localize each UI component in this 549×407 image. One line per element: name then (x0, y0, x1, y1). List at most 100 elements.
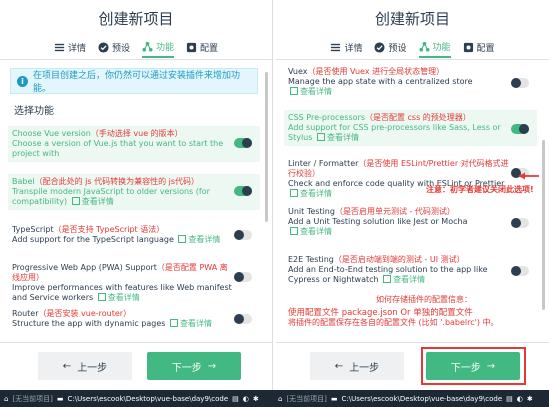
bug-icon[interactable]: ✱ (527, 395, 533, 403)
tab-config[interactable]: 配置 (186, 36, 218, 58)
tab-label: 功能 (156, 42, 175, 53)
feature-css-preprocessors[interactable]: CSS Pre-processors（是否配置 css 的预处理器） Add s… (284, 110, 537, 146)
more-details-link[interactable]: 查看详情 (300, 227, 332, 236)
tab-features[interactable]: 功能 (418, 36, 451, 58)
feature-toggle[interactable] (511, 78, 529, 88)
tab-label: 功能 (432, 42, 451, 53)
more-details-link[interactable]: 查看详情 (300, 189, 332, 198)
feature-desc: Manage the app state with a centralized … (288, 77, 473, 86)
feature-router[interactable]: Router（是否安装 vue-router） Structure the ap… (8, 306, 260, 332)
step-tabs: 详情 预设 功能 配置 (0, 36, 272, 58)
list-icon (331, 43, 341, 51)
feature-name: Vuex (288, 67, 308, 76)
home-icon[interactable]: ⌂ (278, 395, 282, 403)
info-icon: i (17, 75, 28, 87)
external-link-icon (290, 189, 298, 197)
tab-label: 详情 (344, 43, 363, 54)
feature-toggle[interactable] (511, 124, 529, 134)
feature-toggle[interactable] (234, 186, 252, 196)
external-link-icon (178, 235, 187, 243)
left-panel: 创建新项目 详情 预设 功能 配置 i 在项目创建之后，你仍然可以通过安装插件来… (0, 0, 273, 390)
feature-vuex[interactable]: Vuex（是否使用 Vuex 进行全局状态管理） Manage the app … (284, 64, 537, 100)
status-bar-left: ⌂ [无当前项目] ▬ C:\Users\escook\Desktop\vue-… (4, 390, 272, 407)
more-details-link[interactable]: 查看详情 (300, 87, 332, 96)
next-button-highlight (421, 347, 526, 385)
info-banner: i 在项目创建之后，你仍然可以通过安装插件来增加功能。 (10, 68, 258, 94)
feature-name: CSS Pre-processors (288, 113, 365, 122)
feature-vue-version[interactable]: Choose Vue version（手动选择 vue 的版本） Choose … (8, 126, 260, 162)
feature-typescript[interactable]: TypeScript（是否支持 TypeScript 语法） Add suppo… (8, 222, 260, 248)
home-icon[interactable]: ⌂ (4, 395, 8, 403)
current-path[interactable]: C:\Users\escook\Desktop\vue-base\day9\co… (68, 395, 229, 403)
more-details-link[interactable]: 查看详情 (381, 275, 425, 284)
feature-name: TypeScript (12, 225, 54, 234)
feature-annotation: （是否配置 css 的预处理器） (364, 113, 471, 122)
feature-desc: Add support for the TypeScript language (12, 235, 174, 244)
terminal-icon[interactable]: ▤ (506, 395, 513, 403)
more-details-link[interactable]: 查看详情 (168, 319, 212, 328)
external-link-icon (316, 133, 325, 141)
tab-label: 预设 (111, 43, 130, 54)
feature-pwa[interactable]: Progressive Web App (PWA) Support（是否配置 P… (8, 260, 260, 306)
scrollbar[interactable] (265, 72, 268, 222)
list-icon (54, 43, 65, 51)
more-details-link[interactable]: 查看详情 (70, 197, 114, 206)
tab-presets[interactable]: 预设 (98, 36, 130, 58)
plugin-config-line1: 使用配置文件 package.json Or 单独的配置文件 (288, 308, 473, 318)
settings-icon (463, 42, 473, 52)
feature-toggle[interactable] (511, 218, 529, 228)
tab-label: 配置 (200, 43, 219, 54)
theme-icon[interactable]: ◐ (243, 395, 249, 403)
feature-annotation: （是否启动端到端的测试 - UI 测试） (333, 255, 465, 264)
check-circle-icon (98, 41, 109, 53)
prev-button[interactable]: ← 上一步 (310, 352, 404, 380)
feature-name: Unit Testing (288, 207, 335, 216)
feature-toggle[interactable] (511, 266, 529, 276)
plugin-config-line2: 将插件的配置保存在各自的配置文件 (比如 '.babelrc') 中。 (288, 318, 499, 327)
feature-name: E2E Testing (288, 255, 334, 264)
status-bar: ⌂ [无当前项目] ▬ C:\Users\escook\Desktop\vue-… (0, 390, 549, 407)
feature-e2e-testing[interactable]: E2E Testing（是否启动端到端的测试 - UI 测试） Add an E… (284, 252, 537, 288)
features-list[interactable]: i 在项目创建之后，你仍然可以通过安装插件来增加功能。 选择功能 Choose … (0, 60, 272, 342)
tab-config[interactable]: 配置 (463, 36, 495, 58)
feature-babel[interactable]: Babel（配合此处的 js 代码转换为兼容性的 js代码） Transpile… (8, 174, 260, 210)
feature-name: Linter / Formatter (288, 159, 359, 168)
tab-features[interactable]: 功能 (142, 36, 175, 58)
prev-button[interactable]: ← 上一步 (38, 352, 132, 380)
scrollbar[interactable] (542, 140, 545, 310)
terminal-icon[interactable]: ▤ (232, 395, 239, 403)
arrow-left-icon: ← (334, 360, 344, 372)
next-button[interactable]: 下一步 → (147, 352, 241, 380)
footer: ← 上一步 下一步 → (276, 342, 549, 390)
tab-details[interactable]: 详情 (54, 36, 86, 58)
tab-label: 详情 (67, 43, 86, 54)
more-details-link[interactable]: 查看详情 (96, 293, 140, 302)
feature-desc: Choose a version of Vue.js that you want… (12, 139, 224, 158)
tab-details[interactable]: 详情 (330, 36, 362, 58)
external-link-icon (71, 197, 80, 205)
feature-toggle[interactable] (234, 138, 252, 148)
more-details-link[interactable]: 查看详情 (315, 133, 359, 142)
current-path[interactable]: C:\Users\escook\Desktop\vue-base\day9\co… (342, 395, 503, 403)
feature-name: Progressive Web App (PWA) Support (12, 263, 157, 272)
right-panel: 创建新项目 详情 预设 功能 配置 Vuex（是否使用 Vuex 进行全局状态管… (276, 0, 549, 390)
feature-unit-testing[interactable]: Unit Testing（是否启用单元测试 - 代码测试） Add a Unit… (284, 204, 537, 240)
external-link-icon (383, 275, 392, 283)
red-arrow-annotation (519, 172, 539, 180)
feature-name: Babel (12, 177, 35, 186)
current-project: [无当前项目] (12, 394, 53, 403)
feature-toggle[interactable] (234, 314, 252, 324)
theme-icon[interactable]: ◐ (517, 395, 523, 403)
feature-linter[interactable]: Linter / Formatter（是否使用 ESLint/Prettier … (284, 156, 537, 202)
feature-annotation: （是否支持 TypeScript 语法） (53, 225, 165, 234)
feature-desc: Structure the app with dynamic pages (12, 319, 166, 328)
features-list[interactable]: Vuex（是否使用 Vuex 进行全局状态管理） Manage the app … (276, 60, 549, 342)
bug-icon[interactable]: ✱ (253, 395, 259, 403)
tab-presets[interactable]: 预设 (374, 36, 407, 58)
plugin-config-title: 如何存储插件的配置信息： (376, 295, 472, 304)
feature-toggle[interactable] (234, 272, 252, 282)
feature-toggle[interactable] (234, 230, 252, 240)
linter-note: 注意：初学者建议关闭此选项! (426, 185, 534, 194)
more-details-link[interactable]: 查看详情 (176, 235, 220, 244)
folder-icon: ▬ (330, 394, 338, 403)
